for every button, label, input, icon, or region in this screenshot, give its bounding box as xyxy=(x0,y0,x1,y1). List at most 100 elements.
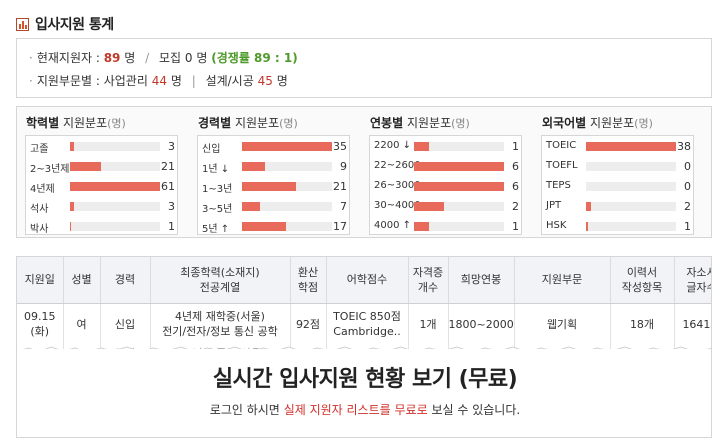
row-label: 1~3년 xyxy=(202,184,233,195)
table-cell: 1800~2000 xyxy=(448,303,515,345)
page-title: 입사지원 통계 xyxy=(35,17,114,33)
row-value: 21 xyxy=(161,160,175,173)
dept-count: 44 xyxy=(151,74,167,88)
bar-fill xyxy=(70,182,160,191)
row-value: 1 xyxy=(512,140,519,153)
distribution-row: 신입 35 xyxy=(198,136,351,156)
panel-title: 경력별 지원분포(명) xyxy=(198,114,298,131)
bar-track xyxy=(70,162,160,171)
distribution-row: 1~3년 21 xyxy=(198,176,351,196)
panel-unit: (명) xyxy=(451,117,470,130)
bar-fill xyxy=(242,142,332,151)
row-label: TOEFL xyxy=(546,160,578,171)
distribution-box: 학력별 지원분포(명) 고졸 3 2~3년제 21 4년제 61 석사 3 박사 1 경력별 지원분포… xyxy=(16,106,712,238)
bar-track xyxy=(414,202,504,211)
row-value: 0 xyxy=(684,160,691,173)
table-cell: 4년제 재학중(서울) 전기/전자/정보 통신 공학 xyxy=(150,303,291,345)
table-header-row: 지원일 성별 경력 최종학력(소재지) 전공계열 환산 학점 어학점수 자격증 개수 희망연봉… xyxy=(17,257,711,304)
panel-title: 외국어별 지원분포(명) xyxy=(542,114,653,131)
row-value: 1 xyxy=(168,220,175,233)
bar-track xyxy=(586,142,676,151)
column-header: 이력서 작성항목 xyxy=(610,257,675,304)
row-label: TEPS xyxy=(546,180,571,191)
table-cell: 1641자 xyxy=(674,303,711,345)
row-label: 1년 ↓ xyxy=(202,164,230,175)
bar-track xyxy=(70,142,160,151)
bar-chart-icon xyxy=(16,17,29,31)
row-value: 21 xyxy=(333,180,347,193)
row-value: 7 xyxy=(340,200,347,213)
distribution-row: TOEIC 38 xyxy=(542,136,695,156)
bar-fill xyxy=(414,142,429,151)
row-value: 2 xyxy=(512,200,519,213)
panel-card: 신입 35 1년 ↓ 9 1~3년 21 3~5년 7 5년 ↑ 17 xyxy=(197,135,350,235)
cta-title[interactable]: 실시간 입사지원 현황 보기 (무료) xyxy=(17,361,711,393)
bar-fill xyxy=(70,142,75,151)
bar-track xyxy=(414,142,504,151)
distribution-row: 22~2600 6 xyxy=(370,156,523,176)
panel-unit: (명) xyxy=(279,117,298,130)
bar-fill xyxy=(242,182,296,191)
bar-fill xyxy=(586,202,591,211)
bar-track xyxy=(242,202,332,211)
row-label: 3~5년 xyxy=(202,204,233,215)
panel-title: 연봉별 지원분포(명) xyxy=(370,114,470,131)
row-label: TOEIC xyxy=(546,140,577,151)
cta-sub-suffix: 보실 수 있습니다. xyxy=(431,403,521,417)
table-cell: 18개 xyxy=(610,303,675,345)
department-label: 지원부문별 xyxy=(36,74,93,88)
table-cell: 웹기획 xyxy=(514,303,611,345)
row-value: 35 xyxy=(333,140,347,153)
bar-fill xyxy=(242,222,286,231)
bar-fill xyxy=(70,162,101,171)
bar-fill xyxy=(70,202,75,211)
row-label: 박사 xyxy=(30,224,49,235)
department-summary: · 지원부문별 : 사업관리 44 명 | 설계/시공 45 명 xyxy=(29,74,288,88)
table-cell: 92점 xyxy=(290,303,327,345)
panel-card: 고졸 3 2~3년제 21 4년제 61 석사 3 박사 1 xyxy=(25,135,178,235)
distribution-panel: 경력별 지원분포(명) 신입 35 1년 ↓ 9 1~3년 21 3~5년 7 5년 ↑ 17 xyxy=(189,107,362,239)
bar-track xyxy=(414,162,504,171)
bar-fill xyxy=(586,142,676,151)
table-row[interactable]: 09.15 (화) 여 신입 4년제 재학중(서울) 전기/전자/정보 통신 공학 92… xyxy=(17,303,711,345)
row-label: 4년제 xyxy=(30,184,55,195)
bar-fill xyxy=(242,202,260,211)
distribution-row: 30~4000 2 xyxy=(370,196,523,216)
bar-track xyxy=(70,182,160,191)
unit-label: 명 xyxy=(276,74,288,88)
panel-title-rest: 지원분포 xyxy=(234,116,280,130)
bar-fill xyxy=(414,222,429,231)
cta-sub-prefix: 로그인 하시면 xyxy=(209,403,280,417)
bar-track xyxy=(586,202,676,211)
table-cell: 1개 xyxy=(408,303,449,345)
panel-card: TOEIC 38 TOEFL 0 TEPS 0 JPT 2 HSK 1 xyxy=(541,135,694,235)
panel-card: 2200 ↓ 1 22~2600 6 26~3000 6 30~4000 2 4000 ↑ 1 xyxy=(369,135,522,235)
table-cell: TOEIC 850점 Cambridge.. xyxy=(326,303,409,345)
row-label: 신입 xyxy=(202,144,221,155)
distribution-panel: 연봉별 지원분포(명) 2200 ↓ 1 22~2600 6 26~3000 6 30~400… xyxy=(361,107,534,239)
dept-name: 설계/시공 xyxy=(205,74,254,88)
distribution-row: 4년제 61 xyxy=(26,176,179,196)
unit-label: 명 xyxy=(124,51,136,65)
row-value: 6 xyxy=(512,160,519,173)
panel-title-bold: 학력별 xyxy=(26,116,60,130)
bar-fill xyxy=(70,222,72,231)
recruit-count: 0 xyxy=(184,51,193,65)
section-header: 입사지원 통계 xyxy=(16,14,114,34)
distribution-panel: 외국어별 지원분포(명) TOEIC 38 TOEFL 0 TEPS 0 JPT 2 HSK 1 xyxy=(533,107,706,239)
bar-track xyxy=(242,182,332,191)
panel-title-rest: 지원분포 xyxy=(406,116,452,130)
bar-track xyxy=(586,162,676,171)
free-view-overlay[interactable]: 실시간 입사지원 현황 보기 (무료) 로그인 하시면 실제 지원자 리스트를 … xyxy=(17,349,711,437)
table-cell: 09.15 (화) xyxy=(17,303,64,345)
panel-unit: (명) xyxy=(107,117,126,130)
distribution-row: 4000 ↑ 1 xyxy=(370,216,523,236)
distribution-row: 26~3000 6 xyxy=(370,176,523,196)
row-value: 1 xyxy=(684,220,691,233)
applicant-summary: · 현재지원자 : 89 명 / 모집 0 명 (경쟁률 89 : 1) xyxy=(29,51,298,65)
distribution-row: 3~5년 7 xyxy=(198,196,351,216)
row-value: 38 xyxy=(677,140,691,153)
bar-track xyxy=(242,142,332,151)
bar-track xyxy=(70,202,160,211)
distribution-row: HSK 1 xyxy=(542,216,695,236)
